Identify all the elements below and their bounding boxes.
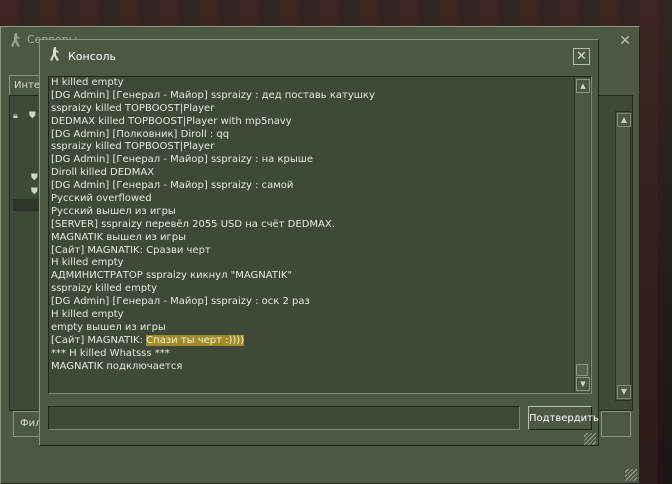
log-line: [Сайт] MAGNATIK: Сразви черт [51,244,211,256]
close-icon[interactable]: ✕ [573,48,590,65]
selected-text[interactable]: Спази ты черт :)))) [146,334,245,346]
log-line: sspraizy killed TOPBOOST|Player [51,141,215,153]
shield-icon: ⛊ [31,187,38,197]
scroll-down-icon[interactable]: ▼ [617,385,631,399]
servers-side-button[interactable] [601,411,631,437]
resize-grip-icon[interactable] [625,469,637,481]
console-log[interactable]: H killed empty [DG Admin] [Генерал - Майо… [48,76,592,394]
log-line: [SERVER] sspraizy перевёл 2055 USD на сч… [51,218,335,230]
log-line: MAGNATIK вышел из игры [51,231,187,243]
log-line: *** H killed Whatsss *** [51,347,170,359]
log-line: H killed empty [51,309,124,321]
log-line: [DG Admin] [Генерал - Майор] sspraizy : … [51,180,294,192]
scroll-up-icon[interactable]: ▲ [617,113,631,127]
log-line: [DG Admin] [Генерал - Майор] sspraizy : … [51,154,314,166]
game-logo-icon [50,47,59,61]
shield-icon: ⛊ [29,111,36,121]
log-line: H killed empty [51,257,124,269]
scroll-thumb[interactable] [576,364,588,376]
log-line: АДМИНИСТРАТОР sspraizy кикнул "MAGNATIK" [51,270,293,282]
servers-scrollbar[interactable]: ▲ ▼ [615,111,631,401]
log-line-prefix: [Сайт] MAGNATIK: [51,334,147,346]
console-window: Консоль ✕ H killed empty [DG Admin] [Гене… [39,39,599,446]
log-line: DEDMAX killed TOPBOOST|Player with mp5na… [51,115,292,127]
log-line: Diroll killed DEDMAX [51,167,155,179]
game-logo-icon [11,33,20,47]
command-input[interactable] [48,406,520,430]
scroll-up-icon[interactable]: ▲ [576,79,590,93]
shield-icon: ⛊ [31,173,38,183]
console-title: Консоль [68,50,117,63]
scroll-down-icon[interactable]: ▼ [576,377,590,391]
log-line: H killed empty [51,77,124,88]
log-line: [DG Admin] [Генерал - Майор] sspraizy : … [51,296,310,308]
log-line: MAGNATIK подключается [51,360,183,372]
log-line: empty вышел из игры [51,321,166,333]
log-line: [DG Admin] [Генерал - Майор] sspraizy : … [51,89,375,101]
log-line: [DG Admin] [Полковник] Diroll : qq [51,128,230,140]
log-line: sspraizy killed empty [51,283,158,295]
resize-grip-icon[interactable] [584,433,596,445]
submit-button[interactable]: Подтвердить [528,406,599,430]
lock-icon: 🔒︎ [13,111,18,121]
console-log-lines: H killed empty [DG Admin] [Генерал - Майо… [51,77,571,373]
servers-close-icon[interactable]: ✕ [619,33,631,49]
log-line: sspraizy killed TOPBOOST|Player [51,102,215,114]
log-line-highlighted: [Сайт] MAGNATIK: Спази ты черт :)))) [51,334,571,348]
log-line: Русский overflowed [51,193,152,205]
selected-row-fragment[interactable] [13,199,41,211]
console-scrollbar[interactable]: ▲ ▼ [574,78,590,392]
log-line: Русский вышел из игры [51,205,176,217]
